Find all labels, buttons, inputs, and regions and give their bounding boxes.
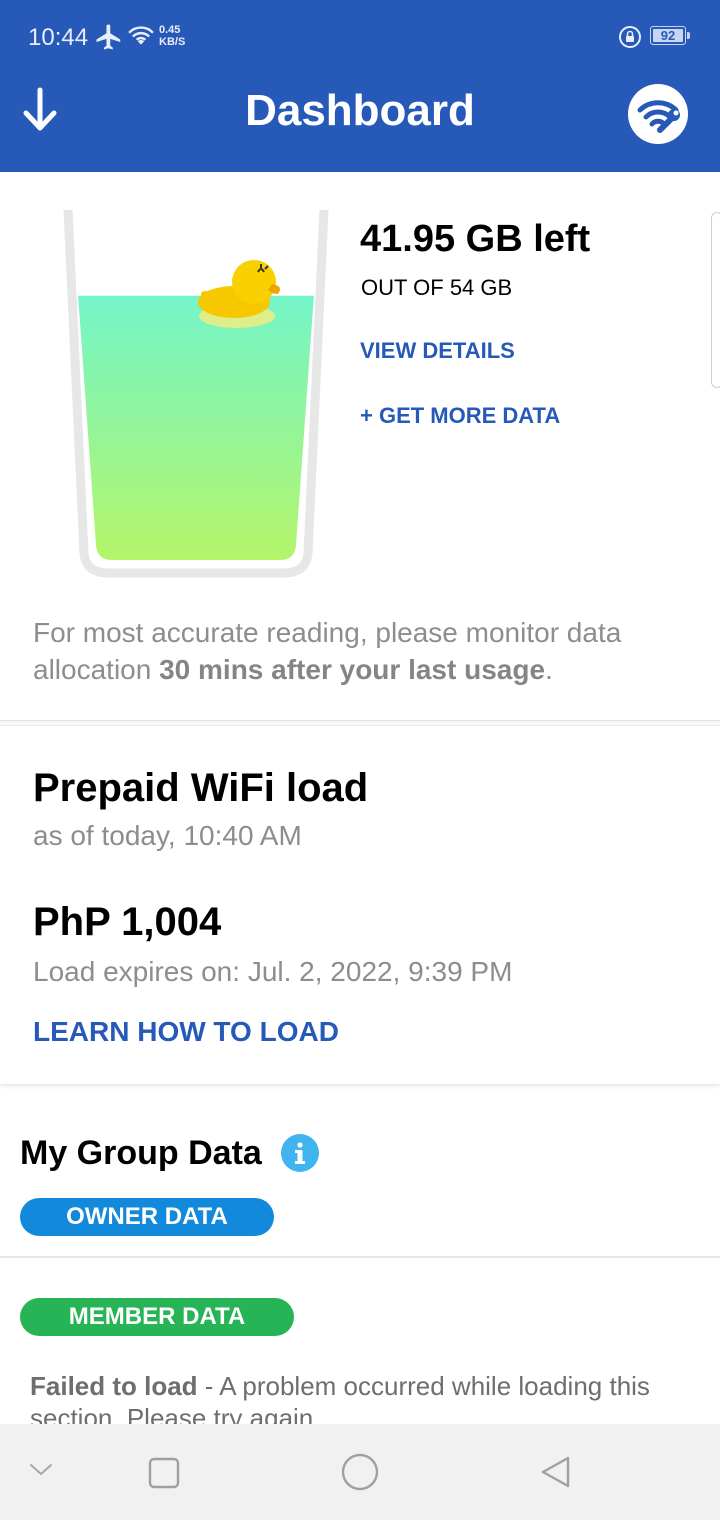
owner-data-badge[interactable]: OWNER DATA [20, 1198, 274, 1236]
battery-level: 92 [653, 29, 683, 42]
load-balance: PhP 1,004 [33, 900, 222, 944]
nav-back-icon[interactable] [538, 1454, 574, 1490]
accuracy-note-emphasis: 30 mins after your last usage [159, 654, 546, 685]
data-remaining: 41.95 GB left [360, 218, 591, 260]
nav-home-icon[interactable] [340, 1452, 380, 1492]
view-details-link[interactable]: VIEW DETAILS [360, 338, 515, 364]
wifi-wrench-icon [637, 100, 680, 133]
prepaid-title: Prepaid WiFi load [33, 766, 369, 810]
data-glass-illustration [63, 209, 329, 578]
network-speed: 0.45 KB/S [159, 24, 185, 48]
wifi-settings-button[interactable] [628, 84, 688, 144]
page-title: Dashboard [245, 86, 475, 135]
network-speed-value: 0.45 [159, 24, 181, 36]
rotation-lock-icon [619, 26, 641, 48]
carousel-edge [711, 212, 720, 388]
rubber-duck-icon [198, 260, 280, 328]
info-icon[interactable] [281, 1134, 319, 1172]
accuracy-note-end: . [545, 654, 553, 685]
status-time: 10:44 [28, 24, 89, 51]
member-data-badge[interactable]: MEMBER DATA [20, 1298, 294, 1336]
get-more-data-link[interactable]: + GET MORE DATA [360, 403, 560, 429]
accuracy-note: For most accurate reading, please monito… [33, 614, 693, 688]
prepaid-timestamp: as of today, 10:40 AM [33, 820, 302, 851]
learn-how-to-load-link[interactable]: LEARN HOW TO LOAD [33, 1016, 339, 1048]
nav-collapse-icon[interactable] [28, 1460, 54, 1480]
wifi-status-icon [128, 26, 154, 45]
data-liquid-level [78, 295, 314, 560]
data-total: OUT OF 54 GB [361, 275, 513, 300]
battery-tip [687, 32, 690, 39]
network-speed-unit: KB/S [159, 36, 186, 48]
battery-icon: 92 [650, 26, 686, 45]
airplane-mode-icon [96, 24, 121, 50]
group-data-title: My Group Data [20, 1134, 262, 1172]
load-error-title: Failed to load [30, 1371, 198, 1401]
nav-recents-icon[interactable] [148, 1457, 180, 1489]
section-divider [0, 1256, 720, 1258]
info-glyph [295, 1142, 305, 1164]
system-nav-bar [0, 1424, 720, 1520]
load-expiry: Load expires on: Jul. 2, 2022, 9:39 PM [33, 956, 513, 987]
